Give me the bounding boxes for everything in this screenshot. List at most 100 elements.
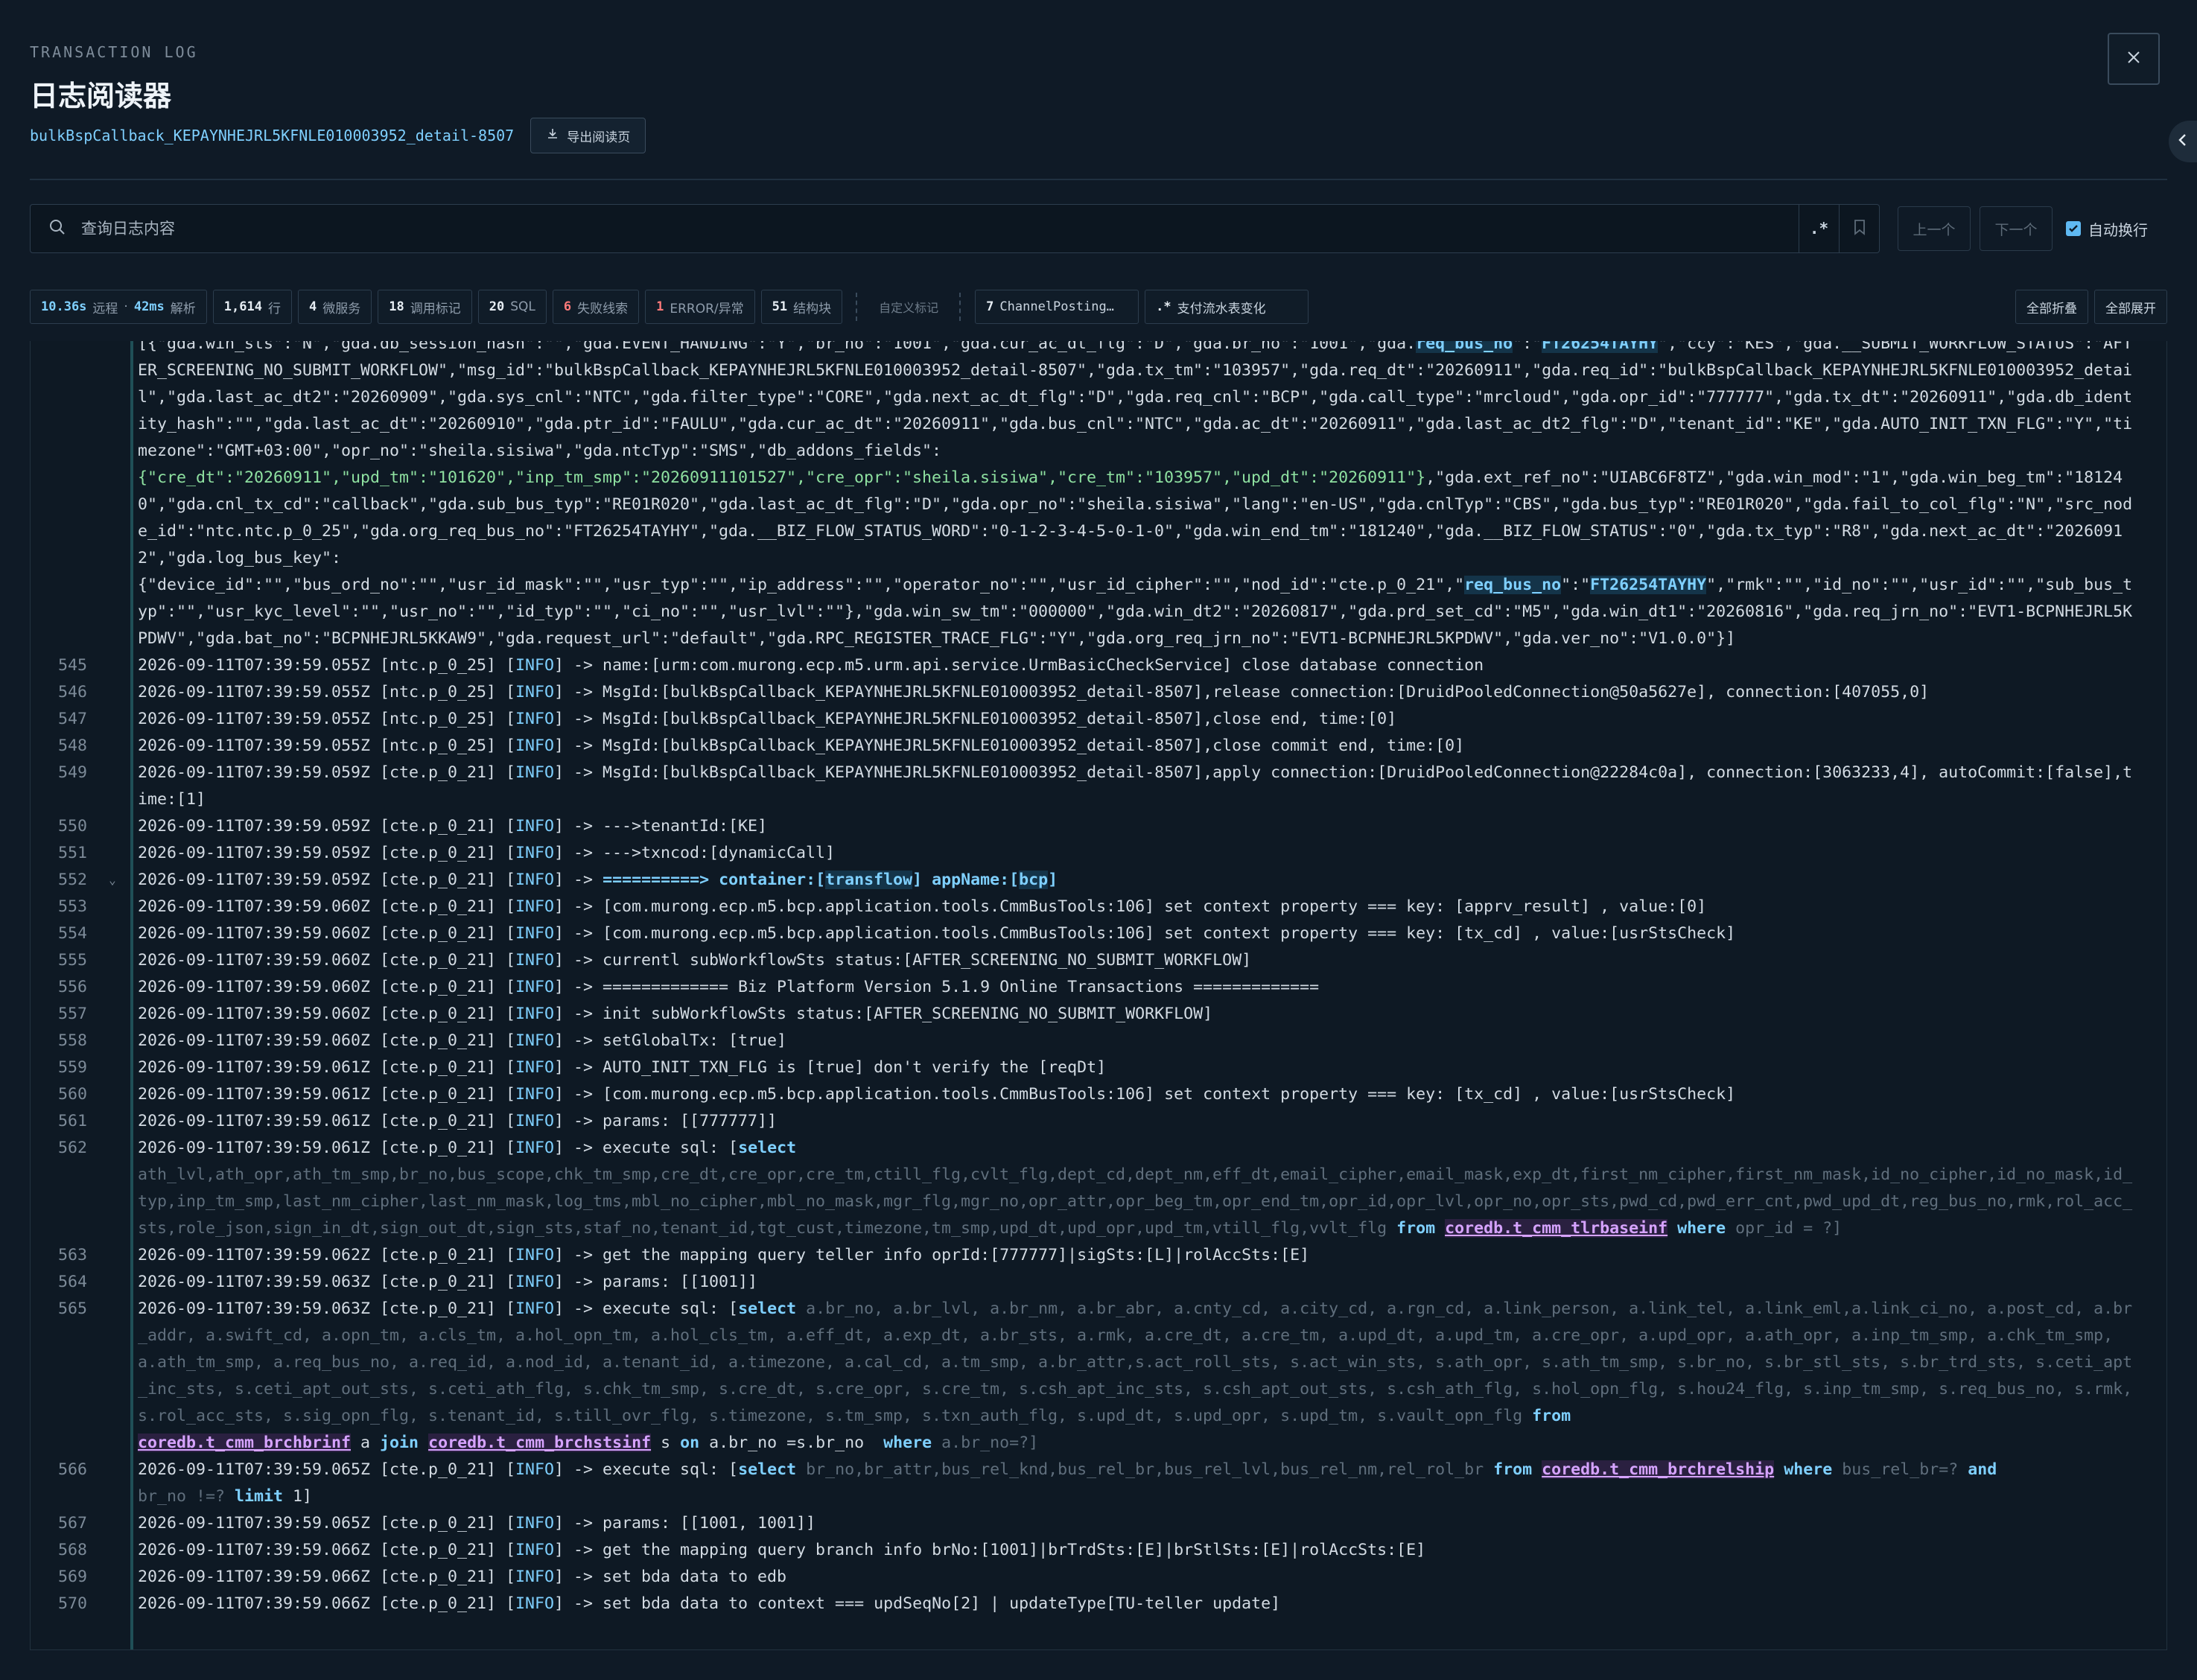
auto-wrap-checkbox[interactable] [2066, 221, 2081, 236]
log-line[interactable]: 551 2026-09-11T07:39:59.059Z [cte.p_0_21]… [31, 840, 2166, 867]
calls-label: 调用标记 [410, 301, 461, 316]
line-number: 551 [57, 844, 87, 862]
log-line[interactable]: 561 2026-09-11T07:39:59.061Z [cte.p_0_21]… [31, 1108, 2166, 1135]
log-line[interactable]: 548 2026-09-11T07:39:59.055Z [ntc.p_0_25]… [31, 733, 2166, 760]
chevron-left-icon [2177, 133, 2189, 151]
log-text: ] -> MsgId:[bulkBspCallback_KEPAYNHEJRL5… [554, 736, 1465, 755]
stats-divider [856, 293, 858, 321]
log-level: INFO [515, 1005, 555, 1023]
log-text: 2026-09-11T07:39:59.063Z [cte.p_0_21] [ [138, 1273, 516, 1291]
sql-chip[interactable]: 20 SQL [477, 290, 547, 324]
close-button[interactable] [2108, 33, 2160, 85]
log-line[interactable]: 560 2026-09-11T07:39:59.061Z [cte.p_0_21]… [31, 1081, 2166, 1108]
log-line[interactable]: 555 2026-09-11T07:39:59.060Z [cte.p_0_21]… [31, 947, 2166, 974]
log-level: INFO [515, 710, 555, 728]
download-icon [546, 127, 559, 144]
services-chip[interactable]: 4 微服务 [297, 290, 372, 324]
auto-wrap-toggle[interactable]: 自动换行 [2066, 218, 2148, 240]
marker2-label: 支付流水表变化 [1177, 301, 1266, 316]
collapse-all-button[interactable]: 全部折叠 [2015, 290, 2088, 324]
log-level: INFO [515, 1112, 555, 1130]
line-number: 566 [57, 1460, 87, 1479]
custom-marker-channelposting[interactable]: 7 ChannelPosting… [975, 290, 1139, 324]
collapse-all-label: 全部折叠 [2026, 301, 2077, 316]
log-line[interactable]: 563 2026-09-11T07:39:59.062Z [cte.p_0_21]… [31, 1242, 2166, 1269]
log-line[interactable]: 545 2026-09-11T07:39:59.055Z [ntc.p_0_25]… [31, 652, 2166, 679]
log-line[interactable]: 558 2026-09-11T07:39:59.060Z [cte.p_0_21]… [31, 1028, 2166, 1054]
bookmark-button[interactable] [1840, 204, 1880, 253]
calls-chip[interactable]: 18 调用标记 [378, 290, 472, 324]
line-number: 560 [57, 1085, 87, 1104]
regex-toggle[interactable]: .* [1799, 204, 1840, 253]
log-text: ] -> set bda data to edb [554, 1568, 787, 1586]
log-text: ] -> MsgId:[bulkBspCallback_KEPAYNHEJRL5… [554, 710, 1397, 728]
sql-keyword: from [1532, 1407, 1571, 1425]
line-number: 548 [57, 736, 87, 755]
log-text: 2026-09-11T07:39:59.059Z [cte.p_0_21] [ [138, 844, 516, 862]
struct-chip[interactable]: 51 结构块 [760, 290, 843, 324]
search-match: FT26254TAYHY [1590, 576, 1707, 594]
log-line[interactable]: 570 2026-09-11T07:39:59.066Z [cte.p_0_21]… [31, 1591, 2166, 1617]
log-line[interactable]: 550 2026-09-11T07:39:59.059Z [cte.p_0_21]… [31, 813, 2166, 840]
expand-all-label: 全部展开 [2105, 301, 2156, 316]
export-button[interactable]: 导出阅读页 [530, 118, 646, 153]
log-line[interactable]: 547 2026-09-11T07:39:59.055Z [ntc.p_0_25]… [31, 706, 2166, 733]
log-line[interactable]: 549 2026-09-11T07:39:59.059Z [cte.p_0_21]… [31, 760, 2166, 813]
log-text: 1] [283, 1487, 313, 1506]
log-text: ] -> params: [[1001]] [554, 1273, 758, 1291]
next-match-button[interactable]: 下一个 [1980, 206, 2053, 251]
error-chip[interactable]: 1 ERROR/异常 [645, 290, 755, 324]
log-line[interactable]: 546 2026-09-11T07:39:59.055Z [ntc.p_0_25]… [31, 679, 2166, 706]
line-number: 557 [57, 1005, 87, 1023]
log-line[interactable]: 568 2026-09-11T07:39:59.066Z [cte.p_0_21]… [31, 1537, 2166, 1564]
log-line[interactable]: 552 ⌄ 2026-09-11T07:39:59.059Z [cte.p_0_21… [31, 867, 2166, 894]
log-viewer[interactable]: [{"gda.win_sts":"N","gda.db_session_hash… [30, 341, 2167, 1650]
fail-count: 6 [563, 299, 572, 314]
log-line[interactable]: 567 2026-09-11T07:39:59.065Z [cte.p_0_21]… [31, 1510, 2166, 1537]
log-text: 2026-09-11T07:39:59.060Z [cte.p_0_21] [ [138, 897, 516, 916]
sql-table[interactable]: coredb.t_cmm_tlrbaseinf [1445, 1219, 1668, 1238]
sql-keyword: limit [235, 1487, 284, 1506]
line-number: 550 [57, 817, 87, 836]
line-number: 553 [57, 897, 87, 916]
log-id[interactable]: bulkBspCallback_KEPAYNHEJRL5KFNLE0100039… [30, 127, 514, 144]
log-line[interactable]: 556 2026-09-11T07:39:59.060Z [cte.p_0_21]… [31, 974, 2166, 1001]
remote-time: 10.36s [41, 299, 87, 314]
log-line[interactable]: 564 2026-09-11T07:39:59.063Z [cte.p_0_21]… [31, 1269, 2166, 1296]
line-number: 549 [57, 763, 87, 782]
highlight-text: ] [1048, 871, 1058, 889]
log-level: INFO [515, 1058, 555, 1077]
expand-all-button[interactable]: 全部展开 [2094, 290, 2167, 324]
log-line[interactable]: 553 2026-09-11T07:39:59.060Z [cte.p_0_21]… [31, 894, 2166, 920]
side-panel-toggle[interactable] [2169, 121, 2197, 162]
fold-chevron-icon[interactable]: ⌄ [87, 867, 138, 894]
sql-table[interactable]: coredb.t_cmm_brchstsinf [428, 1434, 652, 1452]
log-line[interactable]: 554 2026-09-11T07:39:59.060Z [cte.p_0_21]… [31, 920, 2166, 947]
sql-table[interactable]: coredb.t_cmm_brchbrinf [138, 1434, 352, 1452]
error-count: 1 [656, 299, 664, 314]
log-line[interactable]: 569 2026-09-11T07:39:59.066Z [cte.p_0_21]… [31, 1564, 2166, 1591]
log-line-continuation: [{"gda.win_sts":"N","gda.db_session_hash… [31, 341, 2166, 465]
log-text: 2026-09-11T07:39:59.062Z [cte.p_0_21] [ [138, 1246, 516, 1264]
sql-keyword: where [883, 1434, 932, 1452]
log-line[interactable]: 557 2026-09-11T07:39:59.060Z [cte.p_0_21]… [31, 1001, 2166, 1028]
log-level: INFO [515, 1031, 555, 1050]
log-line[interactable]: 562 2026-09-11T07:39:59.061Z [cte.p_0_21]… [31, 1135, 2166, 1242]
prev-match-button[interactable]: 上一个 [1898, 206, 1971, 251]
log-text: ] -> init subWorkflowSts status:[AFTER_S… [554, 1005, 1213, 1023]
parse-time: 42ms [133, 299, 165, 314]
log-level: INFO [515, 1568, 555, 1586]
log-lines: [{"gda.win_sts":"N","gda.db_session_hash… [31, 341, 2166, 1617]
log-text: ] -> [com.murong.ecp.m5.bcp.application.… [554, 924, 1736, 943]
log-reader-page: TRANSACTION LOG 日志阅读器 bulkBspCallback_KE… [0, 0, 2197, 1680]
log-line[interactable]: 566 2026-09-11T07:39:59.065Z [cte.p_0_21]… [31, 1457, 2166, 1510]
custom-marker-payment-table[interactable]: .* 支付流水表变化 [1145, 290, 1309, 324]
sql-condition: bus_rel_br=? [1832, 1460, 1968, 1479]
log-text: 2026-09-11T07:39:59.060Z [cte.p_0_21] [ [138, 1005, 516, 1023]
search-input[interactable] [80, 219, 1721, 238]
sql-table[interactable]: coredb.t_cmm_brchrelship [1542, 1460, 1775, 1479]
log-line[interactable]: 559 2026-09-11T07:39:59.061Z [cte.p_0_21]… [31, 1054, 2166, 1081]
log-line[interactable]: 565 2026-09-11T07:39:59.063Z [cte.p_0_21]… [31, 1296, 2166, 1457]
fail-chip[interactable]: 6 失败线索 [552, 290, 640, 324]
log-level: INFO [515, 736, 555, 755]
